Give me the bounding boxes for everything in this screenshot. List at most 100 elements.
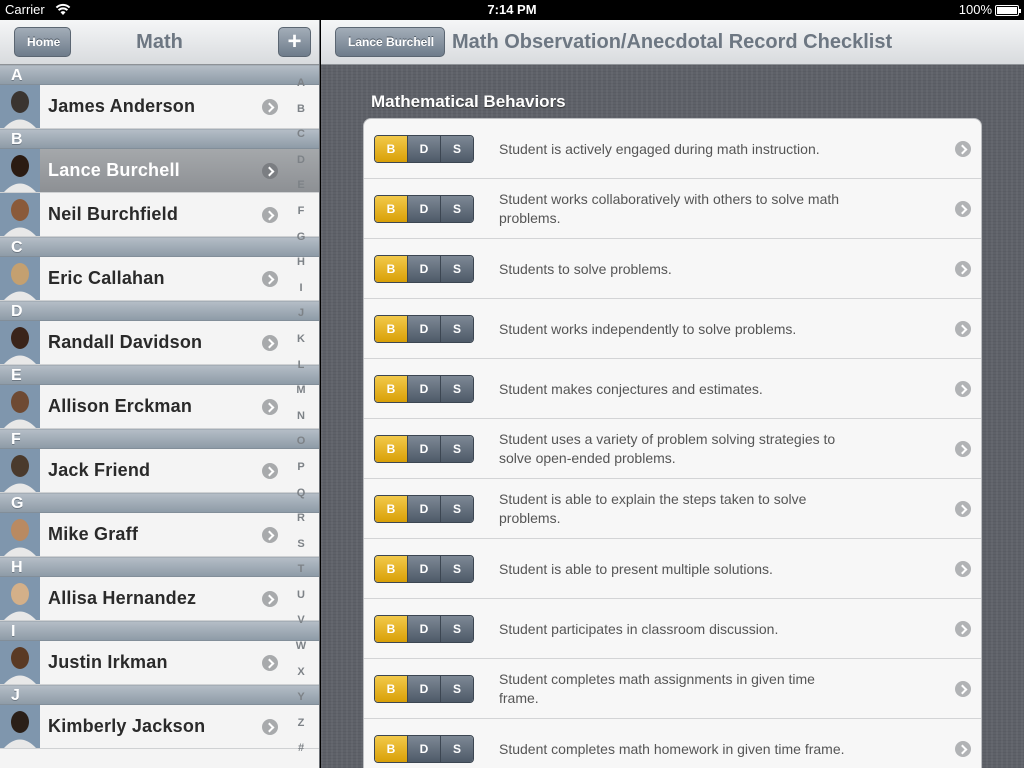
- index-letter[interactable]: W: [286, 640, 316, 666]
- student-row[interactable]: Mike Graff: [0, 513, 319, 557]
- rating-segmented-control[interactable]: BDS: [374, 195, 474, 223]
- index-letter[interactable]: I: [286, 282, 316, 308]
- checklist-item[interactable]: B D S Student works independently to solve …: [364, 299, 981, 359]
- rating-segment-d[interactable]: D: [407, 256, 440, 282]
- disclosure-chevron-icon[interactable]: [262, 591, 278, 607]
- disclosure-chevron-icon[interactable]: [955, 561, 971, 577]
- disclosure-chevron-icon[interactable]: [955, 381, 971, 397]
- disclosure-chevron-icon[interactable]: [262, 655, 278, 671]
- index-letter[interactable]: F: [286, 205, 316, 231]
- checklist-item[interactable]: B D S Student participates in classroom dis…: [364, 599, 981, 659]
- index-letter[interactable]: #: [286, 742, 316, 768]
- rating-segmented-control[interactable]: BDS: [374, 315, 474, 343]
- student-row[interactable]: Eric Callahan: [0, 257, 319, 301]
- index-letter[interactable]: G: [286, 231, 316, 257]
- index-letter[interactable]: U: [286, 589, 316, 615]
- rating-segmented-control[interactable]: BDS: [374, 435, 474, 463]
- section-index[interactable]: A B C D E F G H I J K L M N O P Q R S T U V W X Y Z #: [286, 77, 316, 768]
- disclosure-chevron-icon[interactable]: [955, 261, 971, 277]
- checklist-item[interactable]: B D S Student is actively engaged during ma…: [364, 119, 981, 179]
- rating-segment-d[interactable]: D: [407, 436, 440, 462]
- rating-segment-b[interactable]: B: [375, 136, 407, 162]
- disclosure-chevron-icon[interactable]: [955, 201, 971, 217]
- rating-segmented-control[interactable]: BDS: [374, 255, 474, 283]
- checklist-item[interactable]: B D S Student uses a variety of problem sol…: [364, 419, 981, 479]
- disclosure-chevron-icon[interactable]: [955, 321, 971, 337]
- index-letter[interactable]: C: [286, 128, 316, 154]
- index-letter[interactable]: K: [286, 333, 316, 359]
- student-row[interactable]: Allison Erckman: [0, 385, 319, 429]
- disclosure-chevron-icon[interactable]: [262, 527, 278, 543]
- rating-segment-s[interactable]: S: [440, 556, 473, 582]
- student-row[interactable]: Lance Burchell: [0, 149, 319, 193]
- disclosure-chevron-icon[interactable]: [955, 681, 971, 697]
- rating-segmented-control[interactable]: BDS: [374, 555, 474, 583]
- index-letter[interactable]: P: [286, 461, 316, 487]
- rating-segment-s[interactable]: S: [440, 196, 473, 222]
- index-letter[interactable]: N: [286, 410, 316, 436]
- rating-segment-b[interactable]: B: [375, 556, 407, 582]
- student-row[interactable]: Allisa Hernandez: [0, 577, 319, 621]
- disclosure-chevron-icon[interactable]: [955, 501, 971, 517]
- rating-segment-s[interactable]: S: [440, 376, 473, 402]
- rating-segment-s[interactable]: S: [440, 676, 473, 702]
- rating-segment-s[interactable]: S: [440, 316, 473, 342]
- index-letter[interactable]: Q: [286, 487, 316, 513]
- rating-segment-b[interactable]: B: [375, 436, 407, 462]
- rating-segment-d[interactable]: D: [407, 316, 440, 342]
- index-letter[interactable]: A: [286, 77, 316, 103]
- disclosure-chevron-icon[interactable]: [262, 399, 278, 415]
- back-to-student-button[interactable]: Lance Burchell: [335, 27, 446, 57]
- rating-segment-b[interactable]: B: [375, 196, 407, 222]
- disclosure-chevron-icon[interactable]: [955, 441, 971, 457]
- student-row[interactable]: Neil Burchfield: [0, 193, 319, 237]
- index-letter[interactable]: Y: [286, 691, 316, 717]
- rating-segment-s[interactable]: S: [440, 256, 473, 282]
- rating-segment-s[interactable]: S: [440, 496, 473, 522]
- student-row[interactable]: Randall Davidson: [0, 321, 319, 365]
- disclosure-chevron-icon[interactable]: [262, 719, 278, 735]
- checklist-item[interactable]: B D S Student completes math assignments in…: [364, 659, 981, 719]
- index-letter[interactable]: Z: [286, 717, 316, 743]
- add-student-button[interactable]: +: [278, 27, 311, 57]
- rating-segment-d[interactable]: D: [407, 676, 440, 702]
- index-letter[interactable]: E: [286, 179, 316, 205]
- disclosure-chevron-icon[interactable]: [262, 163, 278, 179]
- rating-segment-b[interactable]: B: [375, 676, 407, 702]
- disclosure-chevron-icon[interactable]: [262, 463, 278, 479]
- index-letter[interactable]: R: [286, 512, 316, 538]
- index-letter[interactable]: O: [286, 435, 316, 461]
- index-letter[interactable]: D: [286, 154, 316, 180]
- index-letter[interactable]: H: [286, 256, 316, 282]
- index-letter[interactable]: J: [286, 307, 316, 333]
- rating-segment-s[interactable]: S: [440, 436, 473, 462]
- disclosure-chevron-icon[interactable]: [955, 621, 971, 637]
- checklist-item[interactable]: B D S Student works collaboratively with ot…: [364, 179, 981, 239]
- checklist-item[interactable]: B D S Student is able to explain the steps …: [364, 479, 981, 539]
- student-row[interactable]: James Anderson: [0, 85, 319, 129]
- rating-segment-b[interactable]: B: [375, 496, 407, 522]
- checklist-item[interactable]: B D S Student makes conjectures and estimat…: [364, 359, 981, 419]
- rating-segment-d[interactable]: D: [407, 496, 440, 522]
- rating-segment-d[interactable]: D: [407, 736, 440, 762]
- rating-segment-b[interactable]: B: [375, 256, 407, 282]
- rating-segmented-control[interactable]: BDS: [374, 675, 474, 703]
- checklist-item[interactable]: B D S Student completes math homework in gi…: [364, 719, 981, 768]
- rating-segment-d[interactable]: D: [407, 136, 440, 162]
- rating-segment-s[interactable]: S: [440, 136, 473, 162]
- index-letter[interactable]: S: [286, 538, 316, 564]
- rating-segmented-control[interactable]: BDS: [374, 495, 474, 523]
- rating-segment-d[interactable]: D: [407, 376, 440, 402]
- rating-segmented-control[interactable]: BDS: [374, 615, 474, 643]
- index-letter[interactable]: X: [286, 666, 316, 692]
- disclosure-chevron-icon[interactable]: [262, 207, 278, 223]
- rating-segment-b[interactable]: B: [375, 736, 407, 762]
- index-letter[interactable]: T: [286, 563, 316, 589]
- disclosure-chevron-icon[interactable]: [955, 141, 971, 157]
- student-row[interactable]: Jack Friend: [0, 449, 319, 493]
- rating-segment-d[interactable]: D: [407, 556, 440, 582]
- rating-segment-d[interactable]: D: [407, 616, 440, 642]
- student-row[interactable]: Justin Irkman: [0, 641, 319, 685]
- rating-segmented-control[interactable]: BDS: [374, 135, 474, 163]
- disclosure-chevron-icon[interactable]: [262, 335, 278, 351]
